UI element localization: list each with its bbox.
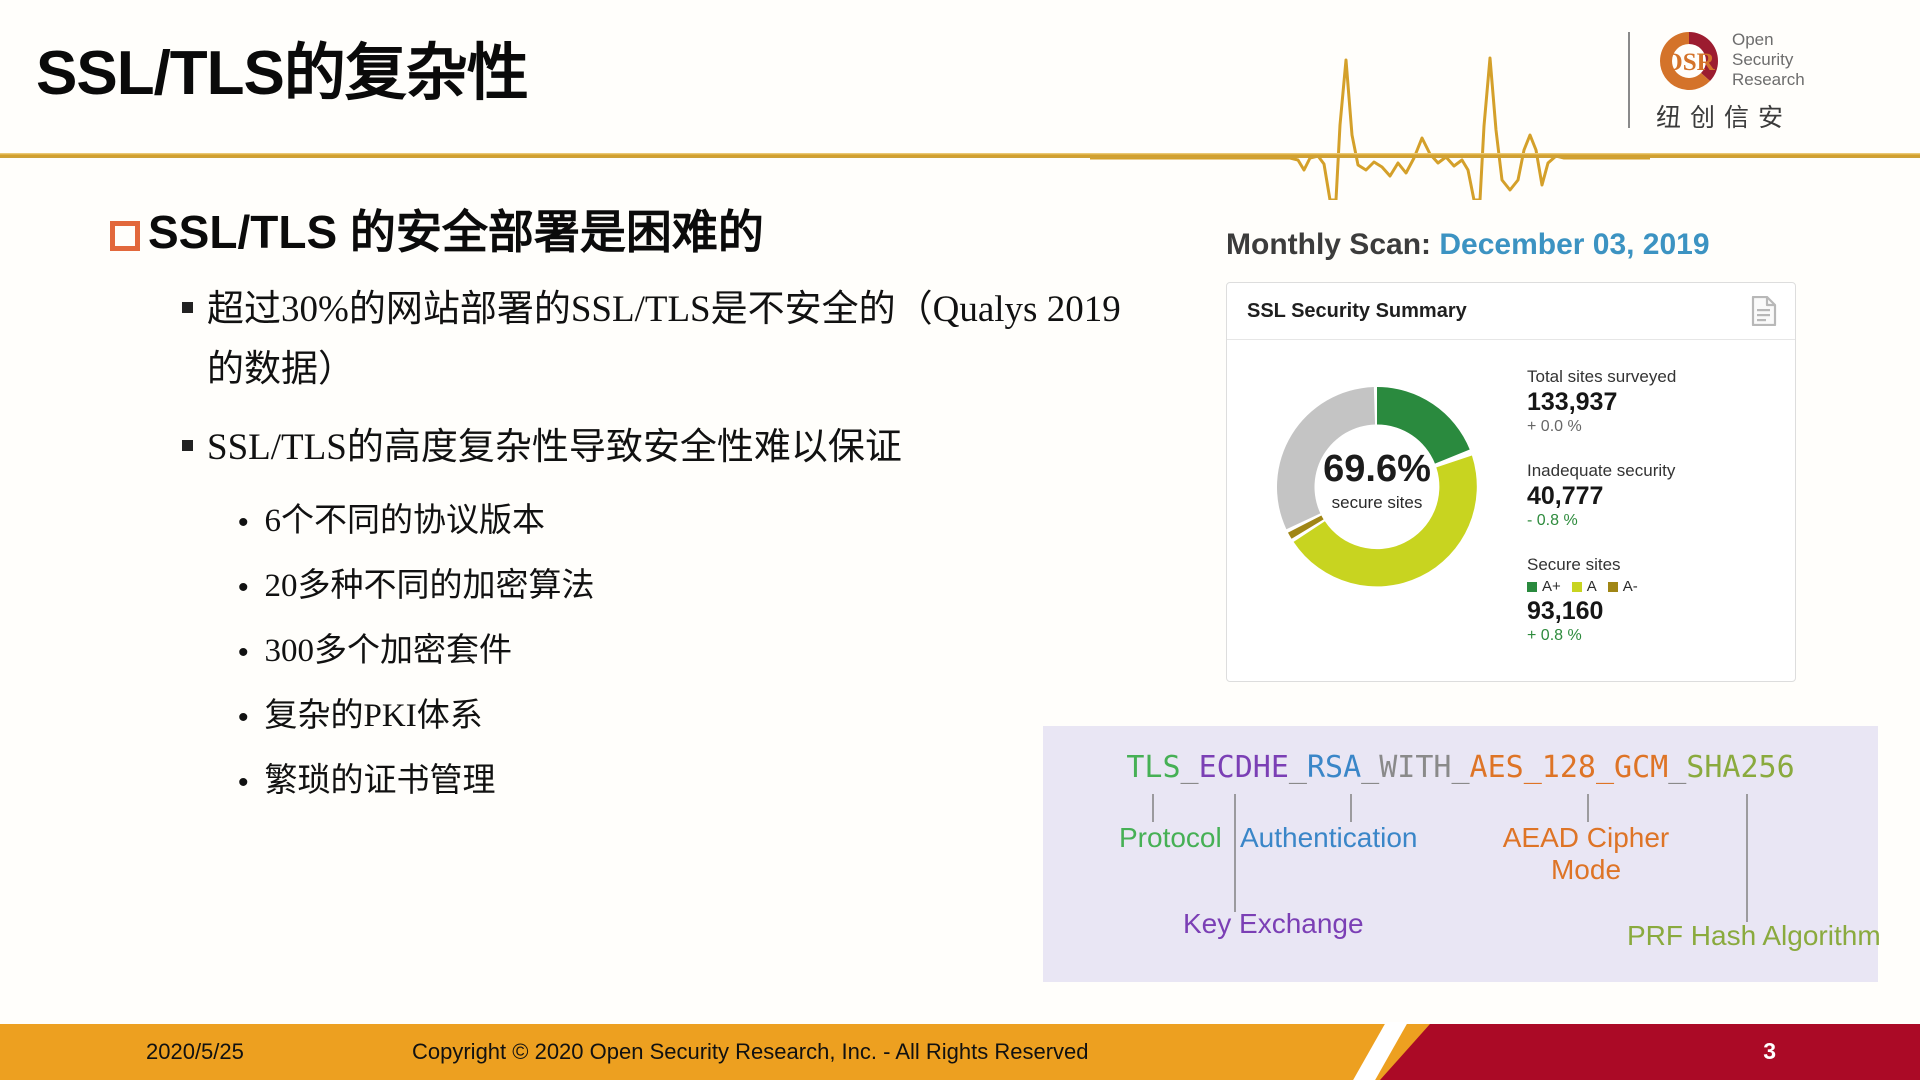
sub-bullet: 超过30%的网站部署的SSL/TLS是不安全的（Qualys 2019的数据） bbox=[182, 280, 1150, 400]
donut-chart-svg bbox=[1277, 387, 1477, 587]
detail-bullet-text: 复杂的PKI体系 bbox=[264, 697, 483, 734]
donut-chart: 69.6% secure sites bbox=[1227, 362, 1527, 669]
stat-delta: - 0.8 % bbox=[1527, 512, 1578, 530]
detail-bullet: • 复杂的PKI体系 bbox=[238, 695, 1150, 738]
donut-segment-a bbox=[1293, 455, 1477, 587]
dot-bullet-icon: • bbox=[238, 635, 249, 669]
monthly-scan-label: Monthly Scan: bbox=[1226, 228, 1432, 261]
donut-segment-a-plus bbox=[1377, 387, 1470, 464]
stat-total-sites: Total sites surveyed 133,937 + 0.0 % bbox=[1527, 366, 1777, 438]
cipher-label-aead-line2: Mode bbox=[1550, 854, 1622, 885]
ssl-security-summary-card: SSL Security Summary 69.6% secure sites … bbox=[1226, 282, 1796, 682]
stat-inadequate-security: Inadequate security 40,777 - 0.8 % bbox=[1527, 460, 1777, 532]
stat-delta: + 0.8 % bbox=[1527, 627, 1582, 645]
logo-line-2: Security bbox=[1732, 50, 1794, 70]
stat-label: Inadequate security bbox=[1527, 461, 1676, 481]
document-icon[interactable] bbox=[1751, 296, 1777, 326]
cipher-label-authentication: Authentication bbox=[1240, 822, 1418, 853]
footer-date: 2020/5/25 bbox=[146, 1039, 244, 1064]
slide-header: SSL/TLS的复杂性 OSR Open Security Research 纽… bbox=[0, 0, 1920, 200]
cipher-label-aead-line1: AEAD Cipher bbox=[1502, 822, 1670, 853]
cipher-label-key-exchange: Key Exchange bbox=[1183, 908, 1364, 939]
legend-label: A+ bbox=[1542, 578, 1561, 596]
cipher-suite-diagram: TLS_ECDHE_RSA_WITH_AES_128_GCM_SHA256 Pr… bbox=[1043, 726, 1881, 982]
card-body: 69.6% secure sites Total sites surveyed … bbox=[1227, 340, 1795, 669]
lead-bullet-text: SSL/TLS 的安全部署是困难的 bbox=[148, 206, 764, 258]
slide-footer: 2020/5/25 Copyright © 2020 Open Security… bbox=[0, 1022, 1920, 1082]
dot-bullet-icon: • bbox=[238, 506, 249, 539]
osr-monogram: OSR bbox=[1663, 49, 1715, 76]
legend-item-a-plus: A+ bbox=[1527, 578, 1561, 595]
monthly-scan-date: December 03, 2019 bbox=[1439, 228, 1710, 261]
dot-bullet-icon: • bbox=[238, 765, 249, 799]
legend-swatch-icon bbox=[1571, 581, 1582, 592]
footer-accent bbox=[1380, 1024, 1920, 1080]
logo-line-1: Open bbox=[1732, 30, 1774, 49]
lead-bullet: SSL/TLS 的安全部署是困难的 bbox=[110, 205, 1150, 260]
logo-line-3: Research bbox=[1732, 70, 1805, 90]
legend-label: A- bbox=[1622, 578, 1638, 596]
sub-bullet: SSL/TLS的高度复杂性导致安全性难以保证 bbox=[182, 418, 1150, 478]
detail-bullet: • 6个不同的协议版本 bbox=[238, 500, 1150, 543]
grade-legend: A+ A A- bbox=[1527, 578, 1777, 595]
legend-swatch-icon bbox=[1527, 581, 1537, 592]
legend-item-a: A bbox=[1571, 578, 1597, 596]
detail-bullet: • 300多个加密套件 bbox=[238, 630, 1150, 673]
cipher-label-protocol: Protocol bbox=[1119, 822, 1222, 853]
stat-delta: + 0.0 % bbox=[1527, 418, 1582, 436]
stat-secure-sites: Secure sites A+ A A- 93,160 + 0.8 % bbox=[1527, 554, 1777, 647]
detail-bullet: • 繁琐的证书管理 bbox=[238, 760, 1150, 803]
dot-bullet-icon: • bbox=[238, 700, 249, 734]
heartbeat-decoration bbox=[1090, 30, 1650, 200]
header-divider bbox=[0, 153, 1920, 158]
summary-stats: Total sites surveyed 133,937 + 0.0 % Ina… bbox=[1527, 362, 1777, 669]
page-number: 3 bbox=[1763, 1038, 1776, 1064]
card-title: SSL Security Summary bbox=[1247, 299, 1467, 322]
footer-copyright: Copyright © 2020 Open Security Research,… bbox=[412, 1039, 1089, 1064]
stat-value: 40,777 bbox=[1527, 482, 1604, 511]
stat-label: Secure sites bbox=[1527, 555, 1621, 575]
detail-bullet-text: 6个不同的协议版本 bbox=[264, 503, 546, 539]
detail-bullet-text: 繁琐的证书管理 bbox=[264, 762, 496, 799]
logo-divider bbox=[1628, 32, 1630, 128]
legend-item-a-minus: A- bbox=[1607, 578, 1638, 596]
small-square-bullet-icon bbox=[182, 440, 193, 452]
legend-swatch-icon bbox=[1607, 581, 1618, 592]
donut-segment-inadequate bbox=[1277, 387, 1376, 530]
small-square-bullet-icon bbox=[182, 302, 193, 314]
sub-bullet-text: SSL/TLS的高度复杂性导致安全性难以保证 bbox=[207, 427, 902, 469]
detail-bullet: • 20多种不同的加密算法 bbox=[238, 565, 1150, 608]
stat-label: Total sites surveyed bbox=[1527, 367, 1677, 386]
cipher-label-prf: PRF Hash Algorithm bbox=[1627, 920, 1881, 951]
detail-bullet-text: 300多个加密套件 bbox=[264, 632, 513, 669]
page-title: SSL/TLS的复杂性 bbox=[36, 39, 529, 108]
detail-bullet-text: 20多种不同的加密算法 bbox=[264, 567, 595, 604]
legend-label: A bbox=[1586, 578, 1597, 596]
dot-bullet-icon: • bbox=[238, 570, 249, 604]
logo-chinese-name: 纽创信安 bbox=[1656, 104, 1793, 132]
ecg-icon bbox=[1090, 56, 1650, 200]
sub-bullet-text: 超过30%的网站部署的SSL/TLS是不安全的（Qualys 2019的数据） bbox=[207, 289, 1121, 391]
card-header: SSL Security Summary bbox=[1227, 283, 1795, 340]
cipher-label-aead: AEAD Cipher Mode bbox=[1496, 822, 1676, 886]
monthly-scan-heading: Monthly Scan: December 03, 2019 bbox=[1226, 228, 1710, 262]
company-logo: OSR Open Security Research 纽创信安 bbox=[1628, 26, 1878, 134]
square-bullet-icon bbox=[110, 221, 140, 251]
stat-value: 133,937 bbox=[1527, 388, 1618, 417]
stat-value: 93,160 bbox=[1527, 597, 1604, 626]
osr-emblem-icon: OSR bbox=[1660, 32, 1718, 90]
logo-wordmark: Open Security Research bbox=[1732, 30, 1805, 90]
bullet-content: SSL/TLS 的安全部署是困难的 超过30%的网站部署的SSL/TLS是不安全… bbox=[110, 205, 1150, 802]
